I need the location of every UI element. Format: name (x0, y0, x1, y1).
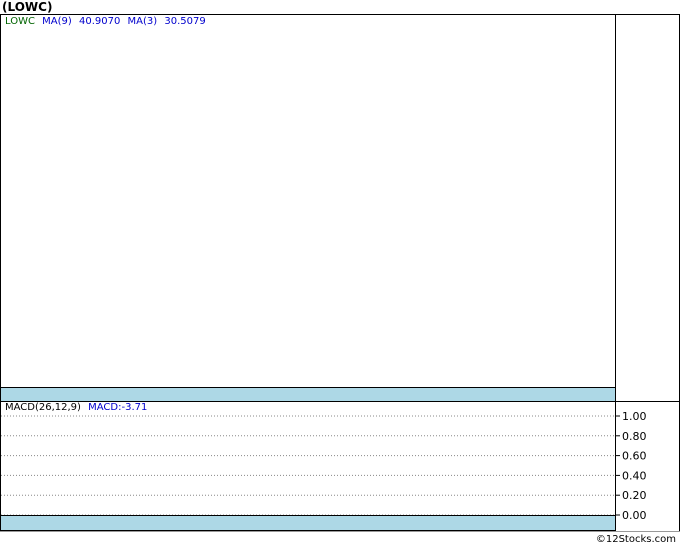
macd-tick-label: 0.80 (622, 430, 647, 443)
macd-tick-label: 0.00 (622, 509, 647, 522)
footer-credit: ©12Stocks.com (595, 534, 676, 545)
macd-tick-label: 1.00 (622, 410, 647, 423)
macd-tick-label: 0.20 (622, 489, 647, 502)
macd-band (0, 515, 616, 531)
footer-divider (0, 531, 680, 532)
macd-tick-label: 0.40 (622, 469, 647, 482)
macd-tick-label: 0.60 (622, 450, 647, 463)
macd-grid: 1.00 0.80 0.60 0.40 0.20 0.00 (1, 410, 647, 522)
